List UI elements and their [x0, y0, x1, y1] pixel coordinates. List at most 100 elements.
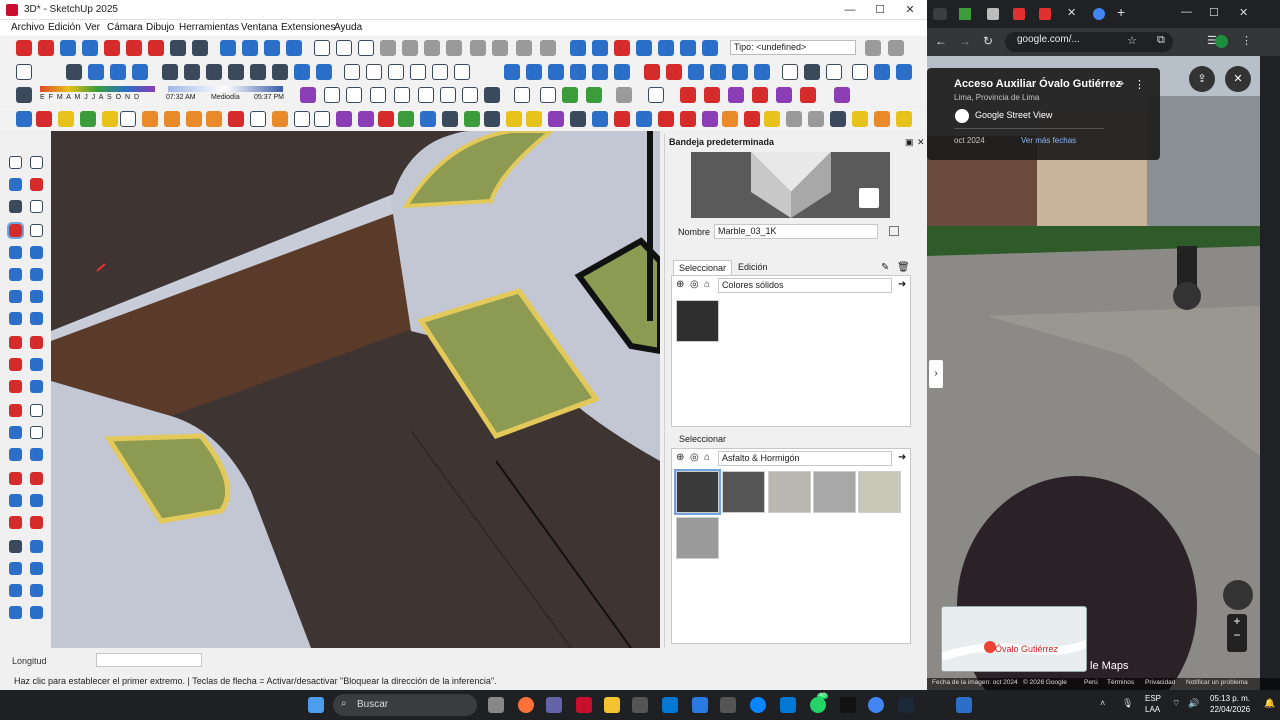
sandbox-icon[interactable] [9, 606, 22, 619]
back-icon[interactable]: ⊕ [676, 452, 684, 463]
undo-icon[interactable] [470, 40, 486, 56]
menu-ayuda[interactable]: Ayuda [334, 22, 362, 33]
zoom-icon[interactable] [9, 494, 22, 507]
tool-icon[interactable] [644, 64, 660, 80]
more-icon[interactable]: ⋮ [1134, 78, 1145, 91]
menu-edicion[interactable]: Edición [48, 22, 81, 33]
house-icon[interactable] [366, 64, 382, 80]
url-text[interactable]: google.com/... [1017, 34, 1080, 45]
camera-icon[interactable] [418, 87, 434, 103]
zoom-icon[interactable] [60, 40, 76, 56]
swatch[interactable] [674, 469, 721, 515]
close-icon[interactable]: ✕ [1225, 66, 1251, 92]
menu-herramientas[interactable]: Herramientas [179, 22, 239, 33]
tool-icon[interactable] [250, 111, 266, 127]
view-icon[interactable] [592, 40, 608, 56]
house-icon[interactable] [432, 64, 448, 80]
print-icon[interactable] [516, 40, 532, 56]
tool-icon[interactable] [220, 40, 236, 56]
time-slider[interactable] [168, 86, 283, 92]
redo-icon[interactable] [492, 40, 508, 56]
walk-icon[interactable] [9, 562, 22, 575]
group-icon[interactable] [548, 64, 564, 80]
menu-ver[interactable]: Ver [85, 22, 100, 33]
pie-icon[interactable] [30, 312, 43, 325]
arrow-icon[interactable] [752, 87, 768, 103]
compass-icon[interactable] [1223, 580, 1253, 610]
close-icon[interactable]: ✕ [1239, 6, 1248, 19]
tool-icon[interactable] [548, 111, 564, 127]
tool-icon[interactable] [636, 111, 652, 127]
google-icon[interactable] [1093, 8, 1105, 20]
tab-edit[interactable]: Edición [733, 260, 773, 275]
footer-privacy[interactable]: Privacidad [1145, 679, 1175, 686]
swatch[interactable] [676, 517, 719, 559]
tool-icon[interactable] [616, 87, 632, 103]
text-icon[interactable] [30, 426, 43, 439]
swatch[interactable] [858, 471, 901, 513]
delete-icon[interactable]: 🗑 [897, 262, 910, 273]
more-icon[interactable]: ⋮ [1241, 34, 1252, 47]
tool-icon[interactable] [722, 111, 738, 127]
tab-search-icon[interactable] [933, 8, 947, 20]
component-icon[interactable] [9, 178, 22, 191]
tool-icon[interactable] [540, 87, 556, 103]
house-icon[interactable] [410, 64, 426, 80]
tool-icon[interactable] [442, 111, 458, 127]
tool-icon[interactable] [80, 111, 96, 127]
maximize-icon[interactable]: ☐ [865, 0, 895, 20]
group-icon[interactable] [570, 64, 586, 80]
menu-ventana[interactable]: Ventana [241, 22, 278, 33]
scale-icon[interactable] [9, 380, 22, 393]
group-icon[interactable] [526, 64, 542, 80]
tool-icon[interactable] [336, 111, 352, 127]
eyedropper-icon[interactable]: ✎ [881, 262, 889, 273]
tool-icon[interactable] [744, 111, 760, 127]
zoom-controls[interactable]: + − [1227, 614, 1247, 652]
microphone-icon[interactable]: 🎙 [1122, 698, 1133, 709]
save-icon[interactable] [358, 40, 374, 56]
tool-icon[interactable] [394, 87, 410, 103]
forward-icon[interactable]: → [959, 34, 971, 48]
task-view-icon[interactable] [488, 697, 504, 713]
copy-icon[interactable] [402, 40, 418, 56]
tool-icon[interactable] [464, 111, 480, 127]
eye-icon[interactable] [170, 40, 186, 56]
tool-icon[interactable] [294, 111, 310, 127]
leaf-icon[interactable] [562, 87, 578, 103]
house-icon[interactable] [454, 64, 470, 80]
cube-icon[interactable] [346, 87, 362, 103]
arc-icon[interactable] [30, 290, 43, 303]
maximize-icon[interactable]: ☐ [1209, 6, 1219, 19]
file-explorer-icon[interactable] [604, 697, 620, 713]
tool-icon[interactable] [658, 111, 674, 127]
arrow-icon[interactable] [680, 87, 696, 103]
tag-type-field[interactable]: Tipo: <undefined> [730, 40, 856, 55]
whatsapp-icon[interactable] [810, 697, 826, 713]
mail-icon[interactable] [662, 697, 678, 713]
tape-icon[interactable] [9, 404, 22, 417]
forward-icon[interactable]: ◎ [690, 452, 699, 463]
tool-icon[interactable] [126, 40, 142, 56]
tool-icon[interactable] [398, 111, 414, 127]
tool-icon[interactable] [680, 111, 696, 127]
app-icon[interactable] [720, 697, 736, 713]
teams-icon[interactable] [546, 697, 562, 713]
month-slider[interactable] [40, 86, 155, 92]
tool-icon[interactable] [570, 111, 586, 127]
tool-icon[interactable] [514, 87, 530, 103]
sandbox-icon[interactable] [30, 584, 43, 597]
tool-icon[interactable] [16, 111, 32, 127]
followme-icon[interactable] [30, 358, 43, 371]
notifications-icon[interactable]: 🔔 [1264, 698, 1275, 709]
clock-date[interactable]: 22/04/2026 [1210, 705, 1250, 714]
star-icon[interactable]: ☆ [1127, 34, 1137, 47]
favicon-icon[interactable] [987, 8, 999, 20]
page-icon[interactable] [16, 64, 32, 80]
xray-icon[interactable] [66, 64, 82, 80]
circle-icon[interactable] [9, 268, 22, 281]
tool-icon[interactable] [666, 64, 682, 80]
sketchup-icon[interactable] [576, 697, 592, 713]
minimap[interactable]: Óvalo Gutiérrez [941, 606, 1087, 672]
group-icon[interactable] [592, 64, 608, 80]
